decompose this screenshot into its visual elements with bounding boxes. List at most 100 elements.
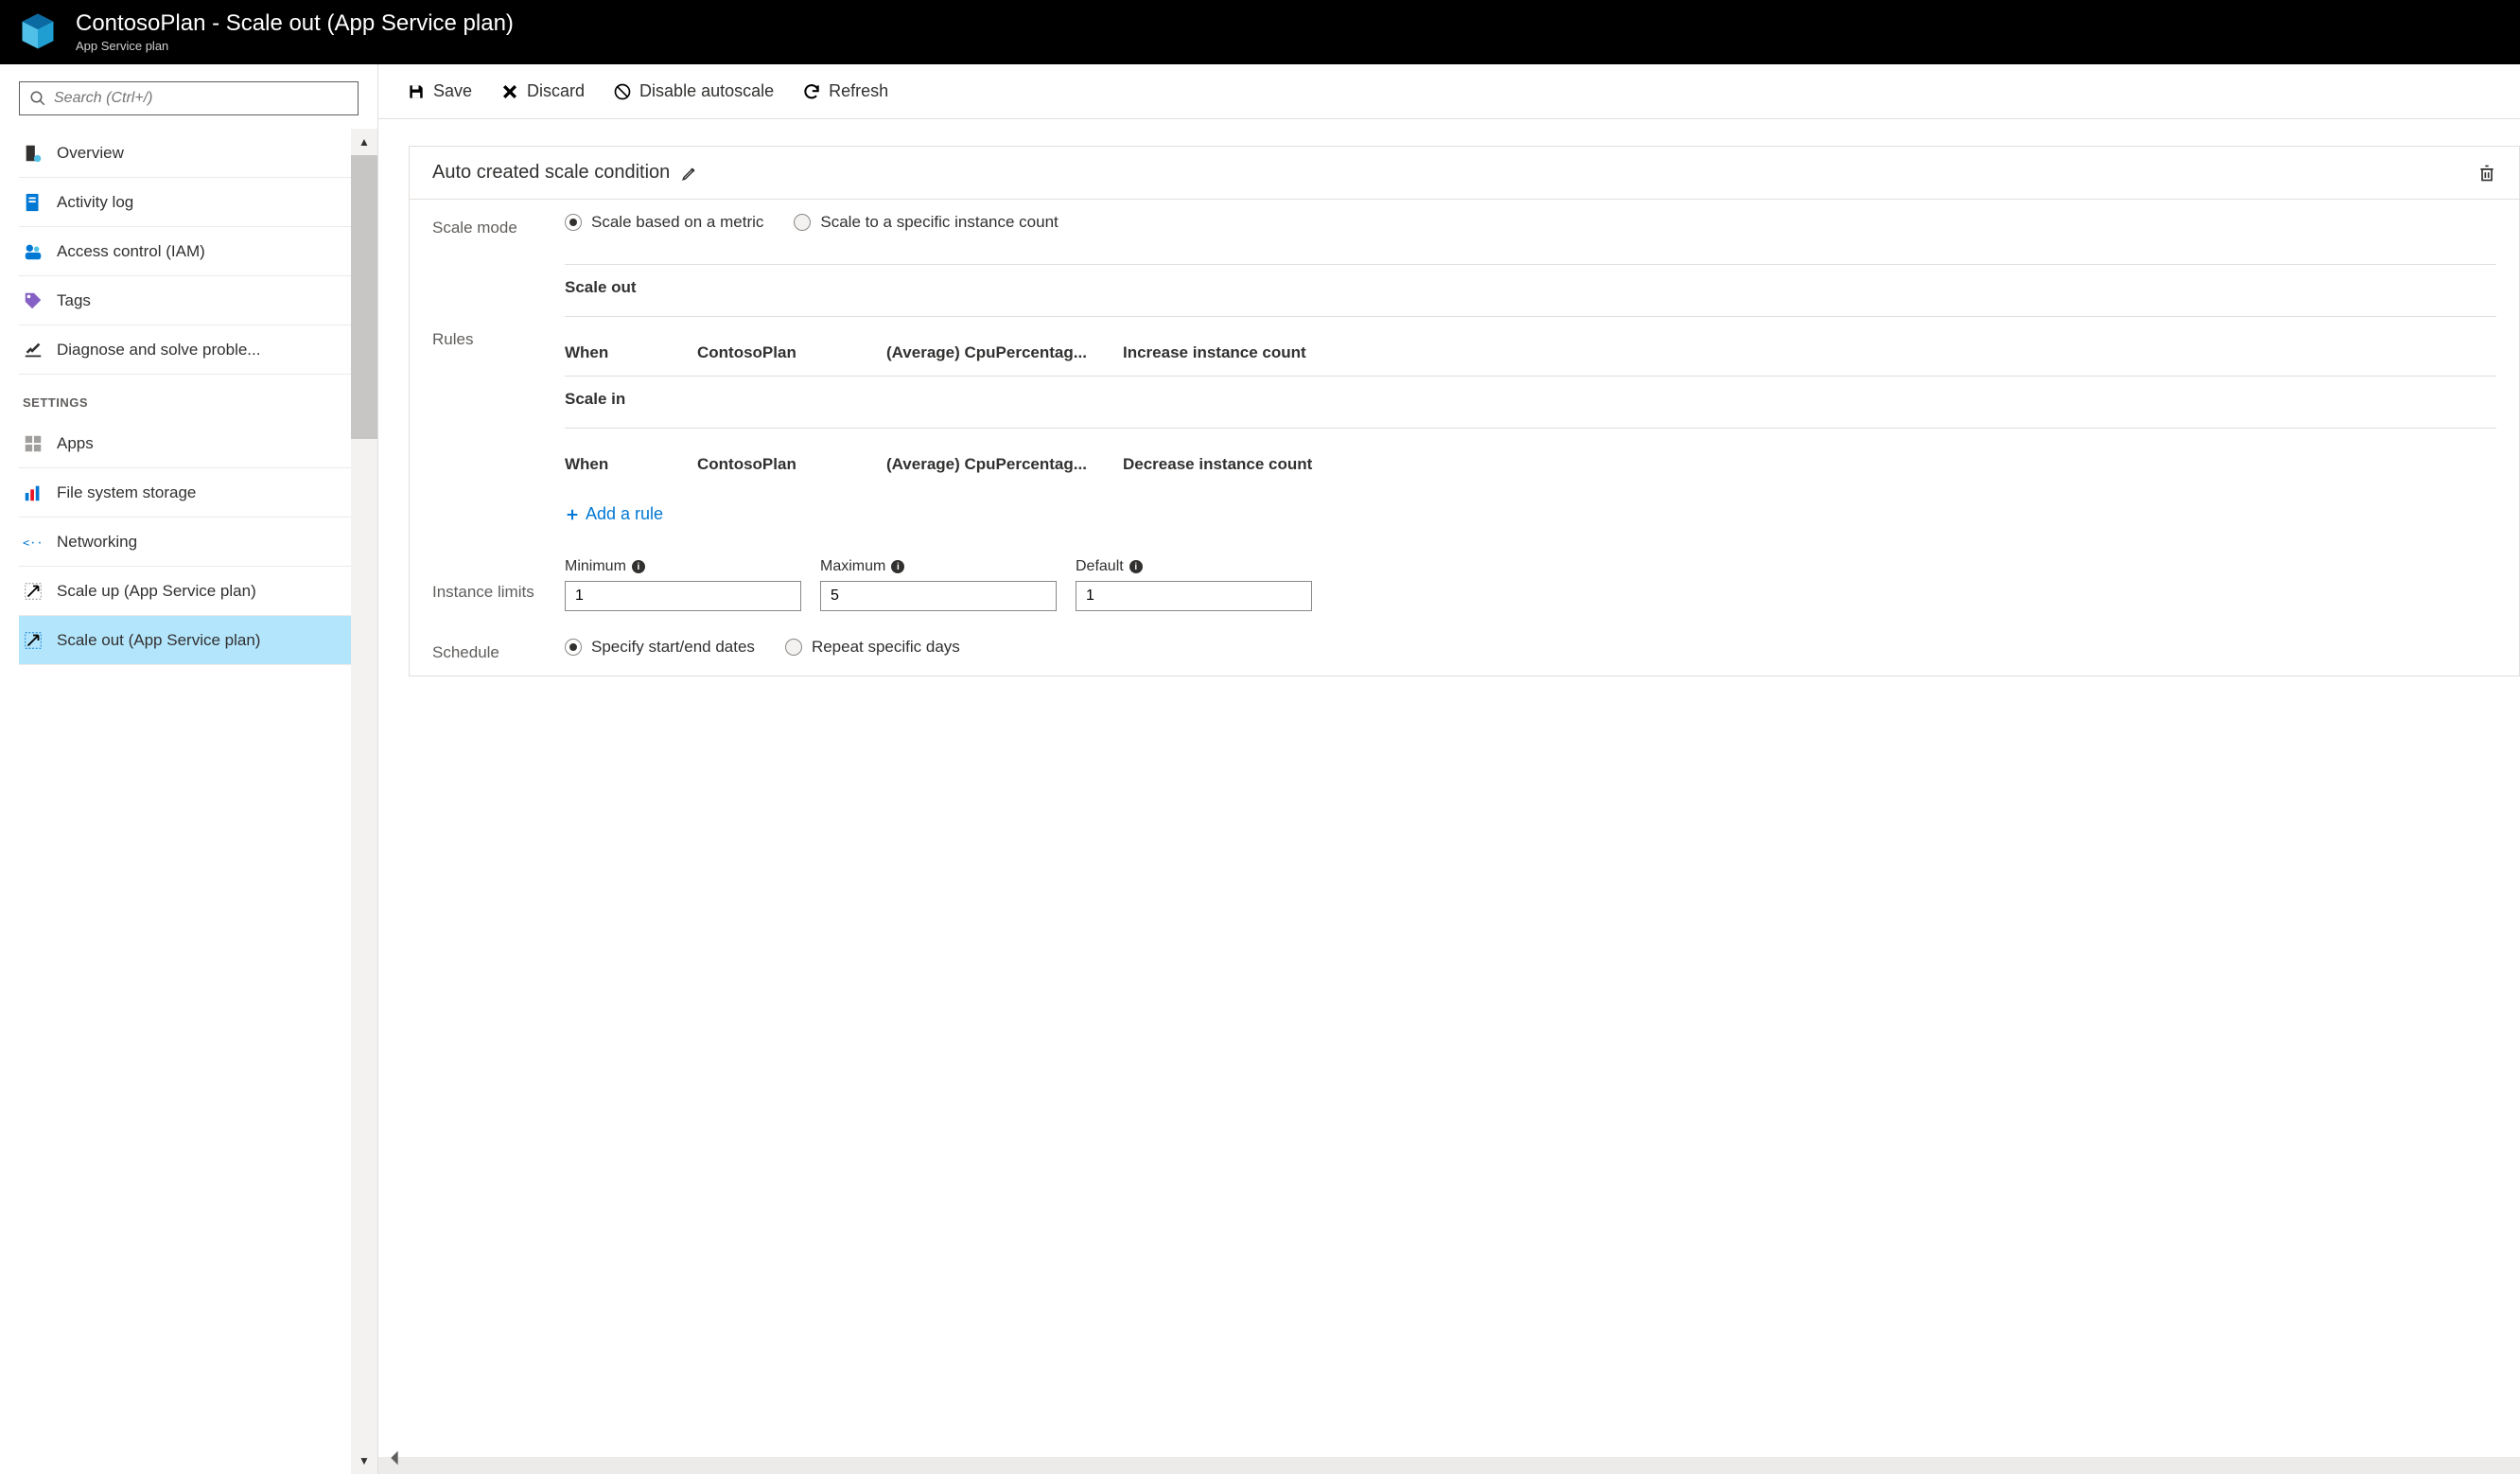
rule-action: Decrease instance count [1123,455,1312,474]
main-pane: Save Discard Disable autoscale Refresh A… [378,64,2520,1474]
scale-mode-label: Scale mode [432,213,565,237]
save-icon [407,82,426,101]
scale-condition-card: Auto created scale condition Scale mode … [409,146,2520,676]
tag-icon [23,290,44,311]
schedule-days-option[interactable]: Repeat specific days [785,638,960,657]
tools-icon [23,340,44,360]
sidebar-item-label: Scale up (App Service plan) [57,582,256,601]
page-header: ContosoPlan - Scale out (App Service pla… [0,0,2520,64]
scale-out-rule[interactable]: When ContosoPlan (Average) CpuPercentag.… [565,330,2496,362]
radio-on-icon [565,639,582,656]
minimum-label: Minimum [565,558,626,575]
scale-in-rule[interactable]: When ContosoPlan (Average) CpuPercentag.… [565,442,2496,474]
content-scrollbar-track [378,1457,2520,1474]
sidebar-item-access-control[interactable]: Access control (IAM) [19,227,368,276]
people-icon [23,241,44,262]
sidebar-scrollbar[interactable]: ▲ ▼ [351,129,377,1474]
schedule-dates-option[interactable]: Specify start/end dates [565,638,755,657]
minimum-input[interactable] [565,581,801,611]
card-title: Auto created scale condition [432,162,670,184]
sidebar-item-scale-up[interactable]: Scale up (App Service plan) [19,567,368,616]
rule-when: When [565,343,697,362]
sidebar-item-label: Scale out (App Service plan) [57,631,260,650]
info-icon[interactable]: i [632,560,645,573]
rules-label: Rules [432,264,565,532]
sidebar-item-overview[interactable]: Overview [19,129,368,178]
refresh-icon [802,82,821,101]
maximum-label: Maximum [820,558,885,575]
page-subtitle: App Service plan [76,39,514,53]
scroll-down-icon[interactable]: ▼ [351,1448,377,1474]
page-title: ContosoPlan - Scale out (App Service pla… [76,10,514,37]
instance-limits-label: Instance limits [432,558,565,602]
sidebar-item-tags[interactable]: Tags [19,276,368,325]
search-icon [29,90,46,107]
schedule-label: Schedule [432,638,565,662]
sidebar: Overview Activity log Access control (IA… [0,64,378,1474]
search-box[interactable] [19,81,359,115]
option-label: Repeat specific days [812,638,960,657]
log-icon [23,192,44,213]
save-label: Save [433,81,472,101]
radio-off-icon [794,214,811,231]
network-icon: <··> [23,532,44,553]
option-label: Specify start/end dates [591,638,755,657]
radio-on-icon [565,214,582,231]
maximum-input[interactable] [820,581,1057,611]
info-icon[interactable]: i [891,560,904,573]
scroll-up-icon[interactable]: ▲ [351,129,377,155]
rule-metric: (Average) CpuPercentag... [886,455,1123,474]
default-input[interactable] [1076,581,1312,611]
rule-metric: (Average) CpuPercentag... [886,343,1123,362]
option-label: Scale based on a metric [591,213,763,232]
sidebar-item-label: Diagnose and solve proble... [57,341,260,360]
sidebar-item-diagnose[interactable]: Diagnose and solve proble... [19,325,368,375]
discard-button[interactable]: Discard [500,81,585,101]
sidebar-item-label: Networking [57,533,137,552]
search-input[interactable] [54,90,348,107]
refresh-label: Refresh [829,81,888,101]
sidebar-item-label: File system storage [57,483,196,502]
collapse-panel-icon[interactable] [384,1448,405,1468]
plus-icon [565,507,580,522]
sidebar-item-label: Overview [57,144,124,163]
sidebar-section-settings: SETTINGS [19,375,368,419]
toolbar: Save Discard Disable autoscale Refresh [378,64,2520,119]
sidebar-item-networking[interactable]: <··> Networking [19,518,368,567]
scale-mode-count-option[interactable]: Scale to a specific instance count [794,213,1058,232]
sidebar-item-label: Tags [57,291,91,310]
sidebar-item-label: Access control (IAM) [57,242,205,261]
sidebar-item-label: Apps [57,434,94,453]
radio-off-icon [785,639,802,656]
close-icon [500,82,519,101]
default-label: Default [1076,558,1124,575]
scale-out-hdr: Scale out [565,278,2496,303]
svg-text:<··>: <··> [23,535,44,549]
apps-icon [23,433,44,454]
sidebar-item-apps[interactable]: Apps [19,419,368,468]
scale-up-icon [23,581,44,602]
save-button[interactable]: Save [407,81,472,101]
disable-icon [613,82,632,101]
scale-out-icon [23,630,44,651]
info-icon[interactable]: i [1129,560,1143,573]
add-rule-label: Add a rule [586,504,663,524]
sidebar-item-scale-out[interactable]: Scale out (App Service plan) [19,616,368,665]
disable-label: Disable autoscale [639,81,774,101]
rule-plan: ContosoPlan [697,455,886,474]
refresh-button[interactable]: Refresh [802,81,888,101]
delete-icon[interactable] [2477,163,2496,184]
server-icon [23,143,44,164]
sidebar-item-file-storage[interactable]: File system storage [19,468,368,518]
scale-mode-metric-option[interactable]: Scale based on a metric [565,213,763,232]
rule-when: When [565,455,697,474]
edit-icon[interactable] [681,165,698,182]
sidebar-item-activity-log[interactable]: Activity log [19,178,368,227]
disable-autoscale-button[interactable]: Disable autoscale [613,81,774,101]
rule-plan: ContosoPlan [697,343,886,362]
add-rule-button[interactable]: Add a rule [565,487,2496,532]
discard-label: Discard [527,81,585,101]
app-service-plan-icon [17,10,59,52]
chart-icon [23,483,44,503]
sidebar-item-label: Activity log [57,193,133,212]
